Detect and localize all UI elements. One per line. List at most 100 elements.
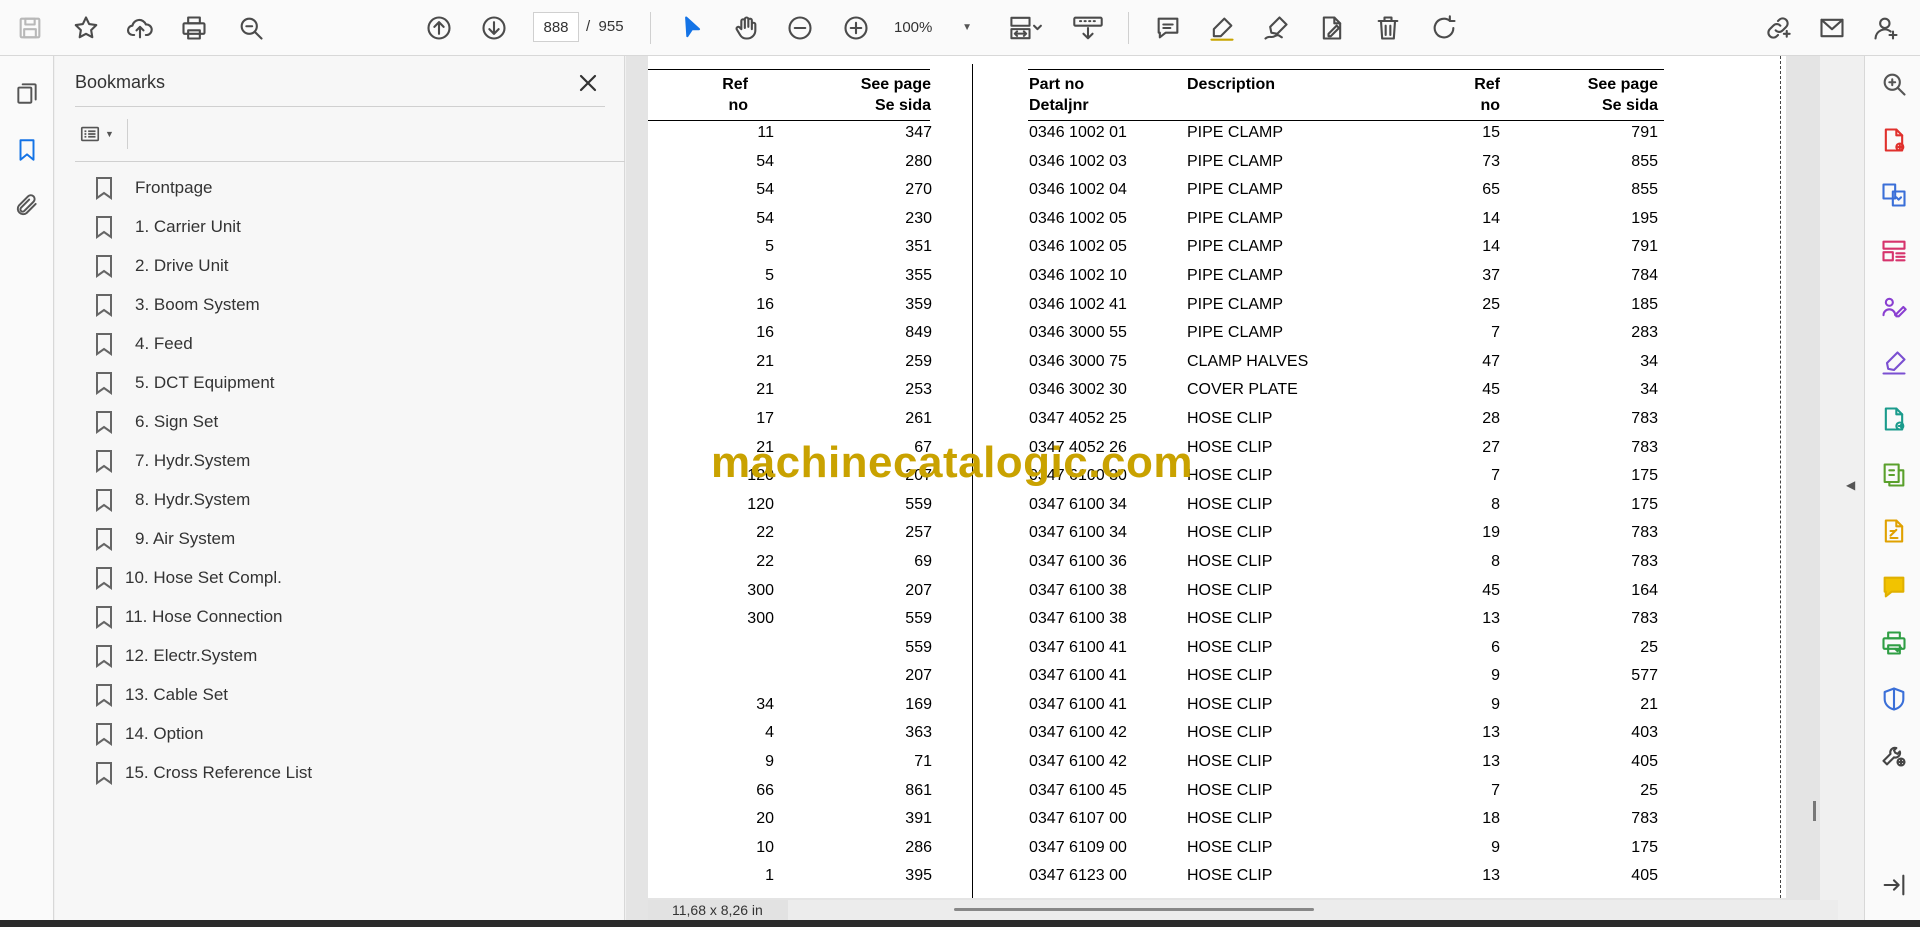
close-icon[interactable] [573,68,603,98]
scrollbar-thumb[interactable] [1813,801,1816,821]
document-view[interactable]: Ref no See page Se sida 11 347 54 280 54 270 54 2… [626,56,1820,920]
page-thumbnails-icon[interactable] [9,75,45,111]
save-icon[interactable] [10,8,50,48]
table-row: 0347 6107 00 HOSE CLIP 18 783 [1028,806,1668,835]
zoom-in-icon[interactable] [836,8,876,48]
part-no-cell: 0347 6100 38 [1029,610,1127,628]
left-ref-header: Ref no [722,76,748,114]
page-down-icon[interactable] [474,8,514,48]
zoom-dropdown[interactable]: 100% ▼ [888,12,978,42]
scan-icon[interactable] [1877,626,1911,660]
page-cell: 861 [905,781,932,799]
bookmark-item[interactable]: 15. Cross Reference List [55,753,625,792]
bookmark-item[interactable]: 8. Hydr.System [55,480,625,519]
page-up-icon[interactable] [419,8,459,48]
horizontal-scrollbar-thumb[interactable] [954,908,1314,911]
ref-cell: 16 [756,324,774,342]
page-cell: 71 [914,753,932,771]
share-link-icon[interactable] [1758,8,1798,48]
table-row: 11 347 [648,120,938,149]
expand-panel-icon[interactable] [1877,868,1911,902]
upload-icon[interactable] [120,8,160,48]
fill-and-sign-icon[interactable] [1877,346,1911,380]
ref-cell: 66 [756,781,774,799]
search-zoom-icon[interactable] [1877,67,1911,101]
bookmark-item[interactable]: 10. Hose Set Compl. [55,558,625,597]
table-row: 0347 6100 42 HOSE CLIP 13 405 [1028,749,1668,778]
highlight-icon[interactable] [1202,8,1242,48]
bookmark-item[interactable]: Frontpage [55,168,625,207]
ref-cell: 54 [756,152,774,170]
bookmark-item[interactable]: 4. Feed [55,324,625,363]
bookmark-options-button[interactable]: ▼ [75,118,121,150]
scroll-mode-icon[interactable] [1066,8,1110,48]
email-icon[interactable] [1812,8,1852,48]
edit-pdf-icon[interactable] [1877,514,1911,548]
request-signatures-icon[interactable] [1877,290,1911,324]
table-row: 0347 4052 25 HOSE CLIP 28 783 [1028,406,1668,435]
bookmark-item[interactable]: 12. Electr.System [55,636,625,675]
account-icon[interactable] [1866,8,1906,48]
bookmark-item[interactable]: 2. Drive Unit [55,246,625,285]
bookmark-star-icon[interactable] [66,8,106,48]
bookmark-item[interactable]: 6. Sign Set [55,402,625,441]
ref-cell: 1 [765,867,774,885]
comment-icon[interactable] [1148,8,1188,48]
organize-pages-icon[interactable] [1877,234,1911,268]
compress-icon[interactable] [1877,458,1911,492]
export-icon[interactable] [1877,402,1911,436]
hand-tool-icon[interactable] [726,8,766,48]
page-cell: 849 [905,324,932,342]
print-icon[interactable] [174,8,214,48]
collapse-right-panel-icon[interactable]: ◀ [1846,478,1858,498]
more-tools-icon[interactable] [1877,738,1911,772]
page-number-input[interactable] [533,12,579,42]
page-cell: 791 [1631,238,1658,256]
description-cell: PIPE CLAMP [1187,295,1284,313]
ref-cell: 6 [1491,638,1500,656]
create-pdf-icon[interactable] [1877,123,1911,157]
rotate-icon[interactable] [1424,8,1464,48]
attachments-icon[interactable] [9,187,45,223]
find-icon[interactable] [231,8,271,48]
part-no-cell: 0346 1002 41 [1029,295,1127,313]
left-page-header: See page Se sida [860,76,931,114]
page-cell: 283 [1631,324,1658,342]
part-no-cell: 0346 1002 01 [1029,124,1127,141]
export-pdf-icon[interactable] [1877,178,1911,212]
table-row: 300 207 [648,578,938,607]
bookmark-item[interactable]: 7. Hydr.System [55,441,625,480]
bookmark-item[interactable]: 14. Option [55,714,625,753]
ref-cell: 54 [756,209,774,227]
page-cell: 855 [1631,181,1658,199]
bookmarks-icon[interactable] [9,132,45,168]
ref-cell: 17 [756,409,774,427]
bookmark-item[interactable]: 1. Carrier Unit [55,207,625,246]
table-row: 16 359 [648,292,938,321]
bookmark-icon [95,332,115,356]
sign-icon[interactable] [1256,8,1296,48]
fit-page-icon[interactable] [1000,8,1050,48]
zoom-out-icon[interactable] [780,8,820,48]
bookmark-item[interactable]: 5. DCT Equipment [55,363,625,402]
part-no-cell: 0346 1002 03 [1029,152,1127,170]
ref-cell: 34 [756,695,774,713]
bookmark-icon [95,215,115,239]
table-row: 0347 6100 34 HOSE CLIP 8 175 [1028,492,1668,521]
right-page-header: See page Se sida [1587,76,1658,114]
bookmark-icon [95,254,115,278]
bookmark-item[interactable]: 13. Cable Set [55,675,625,714]
select-tool-icon[interactable] [672,8,712,48]
bookmark-item[interactable]: 3. Boom System [55,285,625,324]
delete-icon[interactable] [1368,8,1408,48]
comment-icon[interactable] [1877,570,1911,604]
table-row: 9 71 [648,749,938,778]
bookmark-item[interactable]: 9. Air System [55,519,625,558]
bookmark-icon [95,371,115,395]
vertical-scrollbar[interactable] [1811,56,1819,920]
protect-icon[interactable] [1877,682,1911,716]
ref-cell: 15 [1482,124,1500,141]
fill-sign-icon[interactable] [1312,8,1352,48]
bookmark-item[interactable]: 11. Hose Connection [55,597,625,636]
table-row: 0346 1002 05 PIPE CLAMP 14 195 [1028,206,1668,235]
